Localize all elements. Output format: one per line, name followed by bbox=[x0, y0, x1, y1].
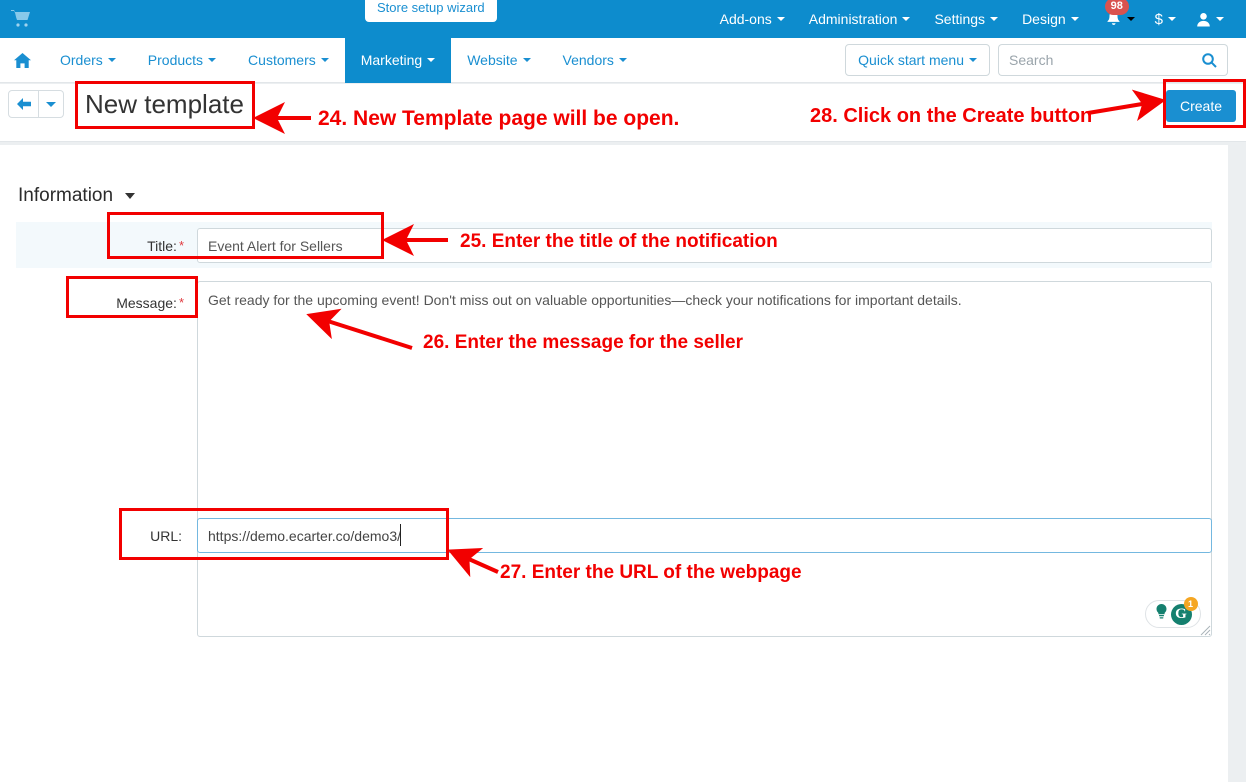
information-section-header[interactable]: Information bbox=[18, 185, 136, 207]
notifications-button[interactable]: 98 bbox=[1091, 0, 1145, 38]
chevron-down-icon bbox=[1070, 17, 1079, 21]
account-menu[interactable] bbox=[1186, 0, 1238, 38]
chevron-down-icon bbox=[427, 58, 436, 62]
chevron-down-icon bbox=[320, 58, 329, 62]
nav-item-vendors[interactable]: Vendors bbox=[547, 38, 643, 83]
url-field-label: URL: bbox=[130, 528, 184, 544]
lightbulb-icon bbox=[1155, 604, 1168, 624]
grammarly-badge: 1 bbox=[1183, 596, 1198, 611]
search-input[interactable] bbox=[998, 44, 1192, 76]
top-menu-design[interactable]: Design bbox=[1010, 0, 1091, 38]
chevron-down-icon bbox=[990, 17, 999, 21]
chevron-down-icon bbox=[969, 58, 977, 62]
nav-item-orders[interactable]: Orders bbox=[44, 38, 132, 83]
nav-item-marketing[interactable]: Marketing bbox=[344, 37, 452, 83]
home-icon[interactable] bbox=[0, 38, 44, 82]
create-button[interactable]: Create bbox=[1166, 90, 1237, 122]
top-menu-add-ons-label: Add-ons bbox=[719, 11, 772, 27]
top-menu-settings[interactable]: Settings bbox=[922, 0, 1010, 38]
currency-selector[interactable]: $ bbox=[1145, 0, 1186, 38]
information-section-label: Information bbox=[18, 185, 114, 206]
nav-item-customers-label: Customers bbox=[248, 52, 316, 68]
text-cursor bbox=[400, 524, 401, 546]
chevron-down-icon bbox=[776, 17, 785, 21]
annotation-label-24: 24. New Template page will be open. bbox=[318, 107, 680, 130]
search-icon bbox=[1202, 52, 1217, 68]
back-button-group bbox=[8, 90, 64, 118]
top-menu-design-label: Design bbox=[1022, 11, 1066, 27]
nav-item-orders-label: Orders bbox=[60, 52, 103, 68]
top-menu-administration-label: Administration bbox=[808, 11, 898, 27]
title-field-label: Title: * bbox=[122, 238, 184, 254]
nav-item-website[interactable]: Website bbox=[451, 38, 546, 83]
message-field-label: Message: * bbox=[108, 295, 184, 311]
chevron-down-icon bbox=[1168, 17, 1176, 21]
chevron-down-icon bbox=[618, 58, 627, 62]
back-button[interactable] bbox=[8, 90, 39, 118]
arrow-left-icon bbox=[16, 98, 31, 110]
message-required-marker: * bbox=[178, 295, 184, 310]
search-box bbox=[998, 44, 1228, 76]
nav-item-customers[interactable]: Customers bbox=[232, 38, 345, 83]
shopping-cart-icon[interactable] bbox=[10, 8, 32, 30]
top-menu-administration[interactable]: Administration bbox=[797, 0, 923, 38]
page-title: New template bbox=[85, 89, 244, 119]
search-button[interactable] bbox=[1192, 44, 1228, 76]
nav-item-website-label: Website bbox=[467, 52, 518, 68]
annotation-label-26: 26. Enter the message for the seller bbox=[423, 332, 743, 353]
quick-start-menu-button[interactable]: Quick start menu bbox=[845, 44, 990, 76]
message-label-text: Message: bbox=[116, 295, 177, 311]
chevron-down-icon bbox=[1126, 17, 1135, 21]
top-menu-add-ons[interactable]: Add-ons bbox=[708, 0, 797, 38]
top-blue-bar: Store setup wizard Add-ons Administratio… bbox=[0, 0, 1246, 38]
nav-item-vendors-label: Vendors bbox=[562, 52, 614, 68]
main-navbar: Orders Products Customers Marketing Webs… bbox=[0, 37, 1246, 83]
annotation-label-27: 27. Enter the URL of the webpage bbox=[500, 562, 802, 583]
user-icon bbox=[1197, 12, 1210, 26]
chevron-down-icon bbox=[208, 58, 217, 62]
chevron-down-icon bbox=[46, 101, 56, 107]
chevron-down-icon bbox=[902, 17, 911, 21]
grammarly-g-icon: G 1 bbox=[1170, 596, 1198, 625]
quick-start-menu-label: Quick start menu bbox=[858, 52, 964, 68]
url-label-text: URL: bbox=[150, 528, 182, 544]
navbar-right-group: Quick start menu bbox=[845, 44, 1246, 76]
chevron-down-icon bbox=[1216, 17, 1224, 21]
back-history-dropdown[interactable] bbox=[39, 90, 64, 118]
currency-label: $ bbox=[1154, 10, 1163, 28]
nav-item-products[interactable]: Products bbox=[132, 38, 232, 83]
nav-item-marketing-label: Marketing bbox=[360, 52, 423, 68]
title-required-marker: * bbox=[178, 238, 184, 253]
nav-item-products-label: Products bbox=[147, 52, 204, 68]
url-input[interactable] bbox=[197, 518, 1212, 553]
notifications-badge: 98 bbox=[1104, 0, 1129, 15]
chevron-down-icon bbox=[522, 58, 531, 62]
grammarly-widget[interactable]: G 1 bbox=[1145, 596, 1201, 628]
chevron-down-icon bbox=[107, 58, 116, 62]
app-screen: Store setup wizard Add-ons Administratio… bbox=[0, 0, 1246, 782]
annotation-label-25: 25. Enter the title of the notification bbox=[460, 231, 778, 252]
annotation-label-28: 28. Click on the Create button bbox=[810, 105, 1093, 127]
store-setup-wizard-button[interactable]: Store setup wizard bbox=[365, 0, 497, 22]
top-menu-settings-label: Settings bbox=[934, 11, 986, 27]
chevron-down-icon bbox=[125, 193, 136, 199]
title-label-text: Title: bbox=[147, 238, 177, 254]
top-menu-group: Add-ons Administration Settings Design 9… bbox=[708, 0, 1246, 38]
